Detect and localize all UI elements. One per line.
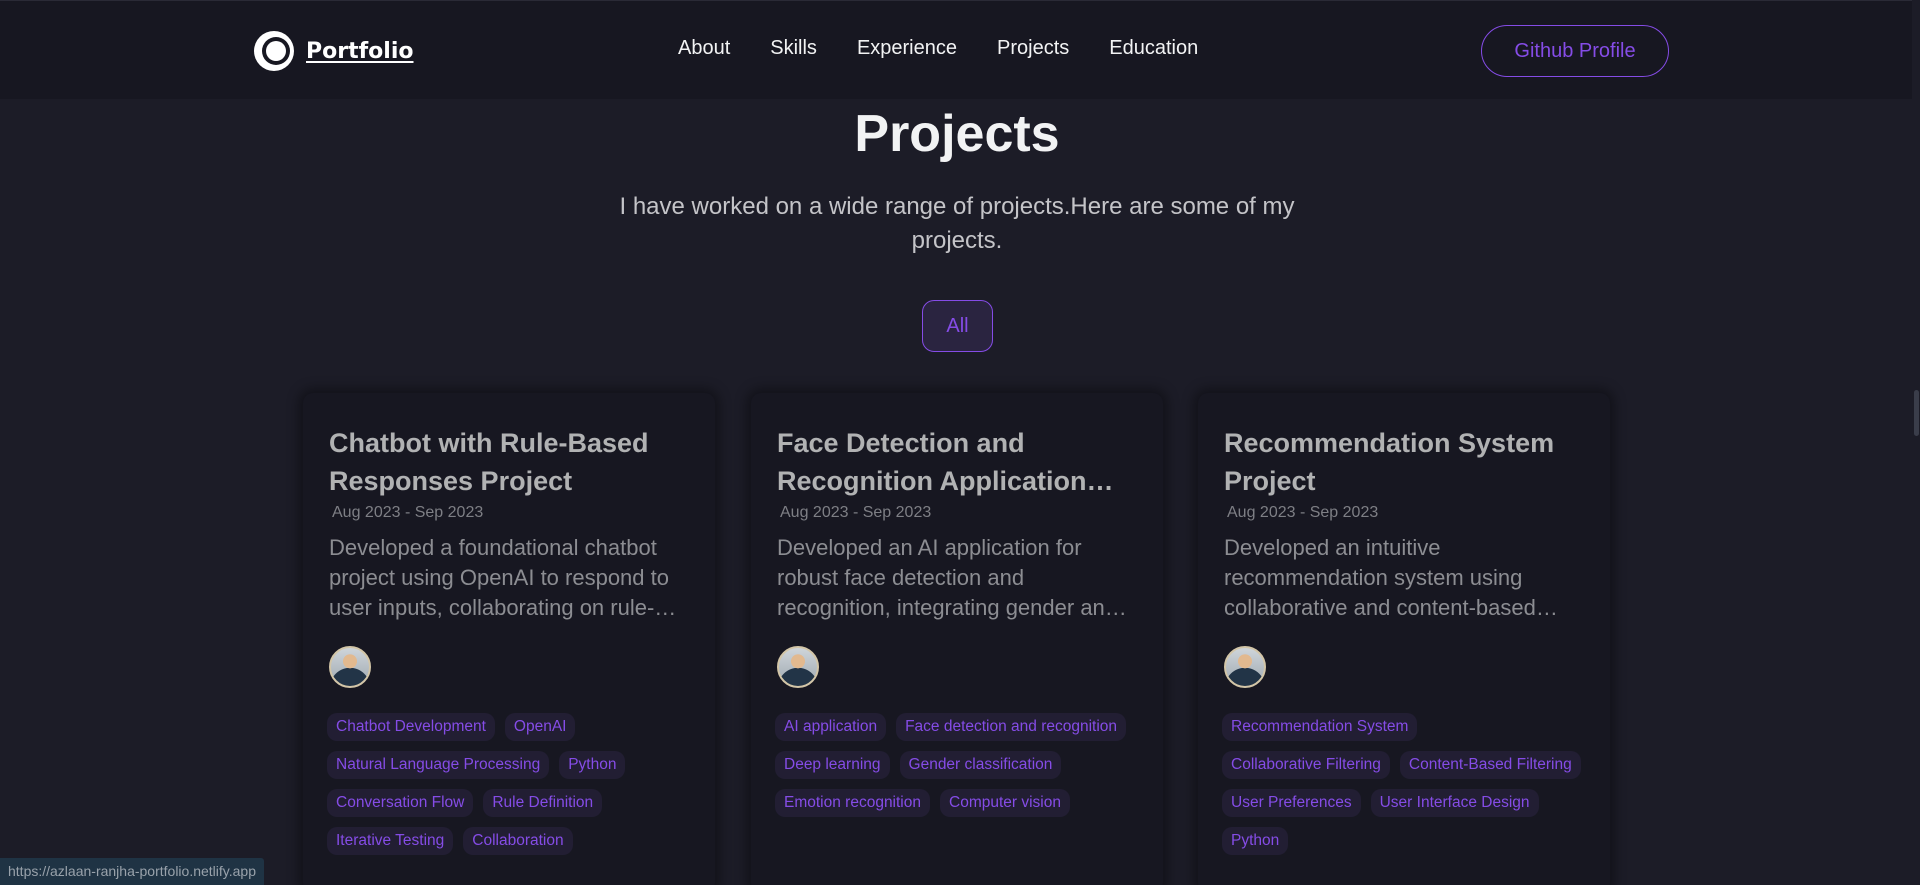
section-title: Projects [854,105,1060,163]
tag: OpenAI [504,713,576,741]
tag: Face detection and recognition [896,713,1127,741]
project-card[interactable]: Chatbot with Rule-Based Responses Projec… [303,393,715,885]
project-title: Chatbot with Rule-Based Responses Projec… [329,428,649,496]
filter-all-button[interactable]: All [922,300,993,352]
tag: Natural Language Processing [327,751,550,779]
logo-icon [254,31,294,71]
tag: User Preferences [1222,789,1361,817]
nav-link-skills[interactable]: Skills [770,37,817,60]
status-url: https://azlaan-ranjha-portfolio.netlify.… [0,858,264,885]
nav-link-education[interactable]: Education [1109,37,1198,60]
scrollbar[interactable] [1912,0,1920,885]
tag: Chatbot Development [327,713,495,741]
tag: Python [1222,827,1289,855]
avatar [777,646,819,688]
tag: Collaboration [463,827,573,855]
tag: Collaborative Filtering [1222,751,1390,779]
scrollbar-thumb[interactable] [1914,390,1919,436]
nav-link-experience[interactable]: Experience [857,37,957,60]
tag: Content-Based Filtering [1399,751,1581,779]
tag: Python [559,751,626,779]
project-date: Aug 2023 - Sep 2023 [1227,504,1379,521]
project-description: Developed an AI application for robust f… [777,535,1118,620]
nav-links: About Skills Experience Projects Educati… [678,37,1198,60]
section-description: I have worked on a wide range of project… [619,193,1295,254]
tag: AI application [775,713,887,741]
github-profile-button[interactable]: Github Profile [1481,25,1669,77]
tag: Deep learning [775,751,890,779]
project-description: Developed a foundational chatbot project… [329,535,669,620]
avatar [1224,646,1266,688]
tag: Conversation Flow [327,789,474,817]
tag: Recommendation System [1222,713,1418,741]
tag: Gender classification [899,751,1062,779]
project-card[interactable]: Recommendation System Project Aug 2023 -… [1198,393,1610,885]
tag: Emotion recognition [775,789,930,817]
avatar [329,646,371,688]
project-title: Recommendation System Project [1224,428,1555,496]
navbar: Portfolio About Skills Experience Projec… [0,0,1920,99]
project-date: Aug 2023 - Sep 2023 [780,504,932,521]
tag: Rule Definition [483,789,603,817]
tag-list: Chatbot Development OpenAI Natural Langu… [327,713,697,855]
tag: User Interface Design [1370,789,1539,817]
nav-link-about[interactable]: About [678,37,730,60]
tag-list: AI application Face detection and recogn… [775,713,1145,817]
tag: Iterative Testing [327,827,454,855]
project-description: Developed an intuitive recommendation sy… [1224,535,1536,620]
project-card[interactable]: Face Detection and Recognition Applicati… [751,393,1163,885]
logo-link[interactable]: Portfolio [252,29,414,73]
project-title: Face Detection and Recognition Applicati… [777,428,1087,496]
logo-text: Portfolio [306,38,414,64]
tag-list: Recommendation System Collaborative Filt… [1222,713,1592,855]
nav-link-projects[interactable]: Projects [997,37,1069,60]
tag: Computer vision [940,789,1070,817]
project-date: Aug 2023 - Sep 2023 [332,504,484,521]
